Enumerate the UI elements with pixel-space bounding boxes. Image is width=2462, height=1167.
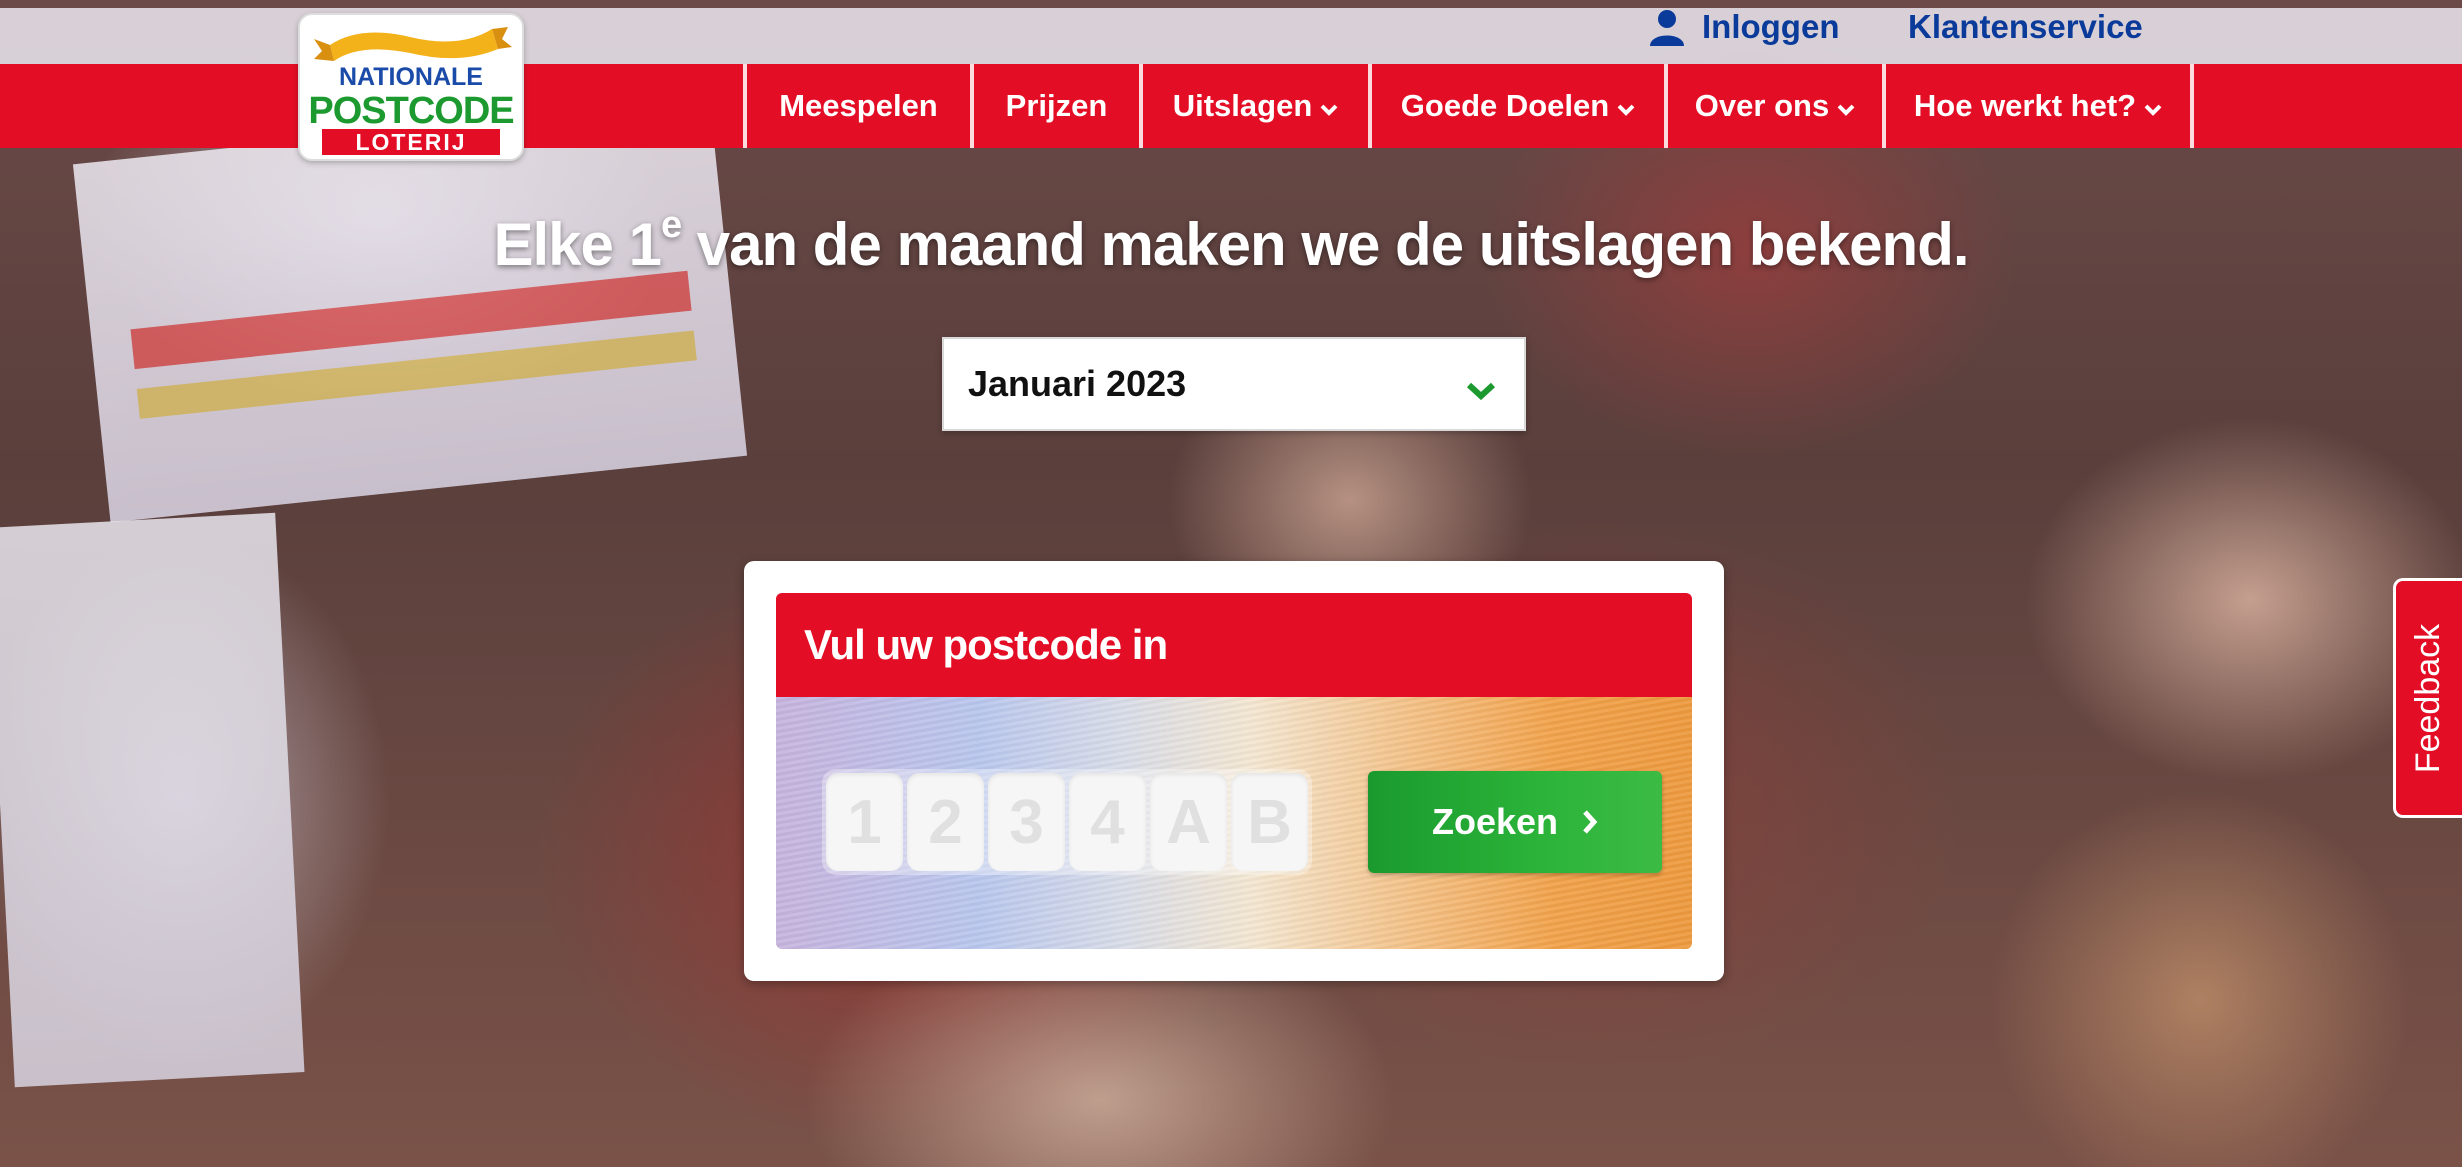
nav-item-meespelen[interactable]: Meespelen	[743, 64, 970, 148]
chevron-down-icon	[2144, 104, 2162, 116]
postcode-card-body: 1 2 3 4 A B Zoeken	[776, 697, 1692, 949]
person-icon	[1650, 10, 1684, 46]
page-headline: Elke 1e van de maand maken we de uitslag…	[0, 204, 2462, 279]
login-link[interactable]: Inloggen	[1648, 3, 1839, 51]
nav-item-over-ons[interactable]: Over ons	[1664, 64, 1882, 148]
postcode-digit-3[interactable]: 3	[988, 773, 1065, 871]
chevron-down-icon	[1837, 104, 1855, 116]
ribbon-icon	[314, 27, 512, 61]
feedback-label: Feedback	[2409, 623, 2448, 773]
headline-superscript: e	[660, 204, 682, 246]
logo-text-loterij: LOTERIJ	[322, 129, 500, 155]
postcode-card-title: Vul uw postcode in	[776, 593, 1692, 697]
postcode-digit-2[interactable]: 2	[907, 773, 984, 871]
postcode-letter-1[interactable]: A	[1150, 773, 1227, 871]
nav-item-goede-doelen[interactable]: Goede Doelen	[1368, 64, 1664, 148]
month-select-value: Januari 2023	[968, 363, 1187, 404]
postcode-card: Vul uw postcode in 1 2 3 4 A B Zoeken	[744, 561, 1724, 981]
headline-part1: Elke 1	[493, 211, 661, 278]
nav-item-label: Meespelen	[779, 88, 938, 123]
search-button-label: Zoeken	[1431, 801, 1559, 842]
postcode-input[interactable]: 1 2 3 4 A B	[822, 769, 1312, 875]
nav-item-label: Hoe werkt het?	[1913, 88, 2137, 123]
login-label: Inloggen	[1702, 8, 1840, 45]
chevron-down-icon	[1320, 104, 1338, 116]
nav-item-label: Uitslagen	[1172, 88, 1313, 123]
postcode-loterij-logo[interactable]: NATIONALE POSTCODE LOTERIJ	[298, 13, 524, 161]
background-lottery-ticket	[72, 97, 748, 523]
background-lottery-ticket-left	[0, 512, 305, 1088]
month-select[interactable]: Januari 2023	[942, 337, 1526, 431]
nav-item-prijzen[interactable]: Prijzen	[970, 64, 1139, 148]
postcode-digit-4[interactable]: 4	[1069, 773, 1146, 871]
logo-text-postcode: POSTCODE	[308, 90, 514, 132]
customer-service-label: Klantenservice	[1908, 8, 2143, 45]
postcode-letter-2[interactable]: B	[1231, 773, 1308, 871]
logo-text-nationale: NATIONALE	[339, 63, 483, 91]
nav-divider	[2190, 64, 2194, 148]
nav-item-hoe-werkt-het[interactable]: Hoe werkt het?	[1882, 64, 2190, 148]
postcode-digit-1[interactable]: 1	[826, 773, 903, 871]
search-button[interactable]: Zoeken	[1368, 771, 1662, 873]
feedback-tab[interactable]: Feedback	[2393, 578, 2462, 818]
nav-item-label: Goede Doelen	[1400, 88, 1610, 123]
customer-service-link[interactable]: Klantenservice	[1908, 3, 2143, 51]
nav-item-label: Over ons	[1694, 88, 1830, 123]
nav-item-label: Prijzen	[1005, 88, 1108, 123]
chevron-down-icon	[1466, 382, 1496, 401]
nav-item-uitslagen[interactable]: Uitslagen	[1139, 64, 1368, 148]
chevron-right-icon	[1583, 810, 1598, 834]
chevron-down-icon	[1617, 104, 1635, 116]
headline-part2: van de maand maken we de uitslagen beken…	[681, 211, 1970, 278]
